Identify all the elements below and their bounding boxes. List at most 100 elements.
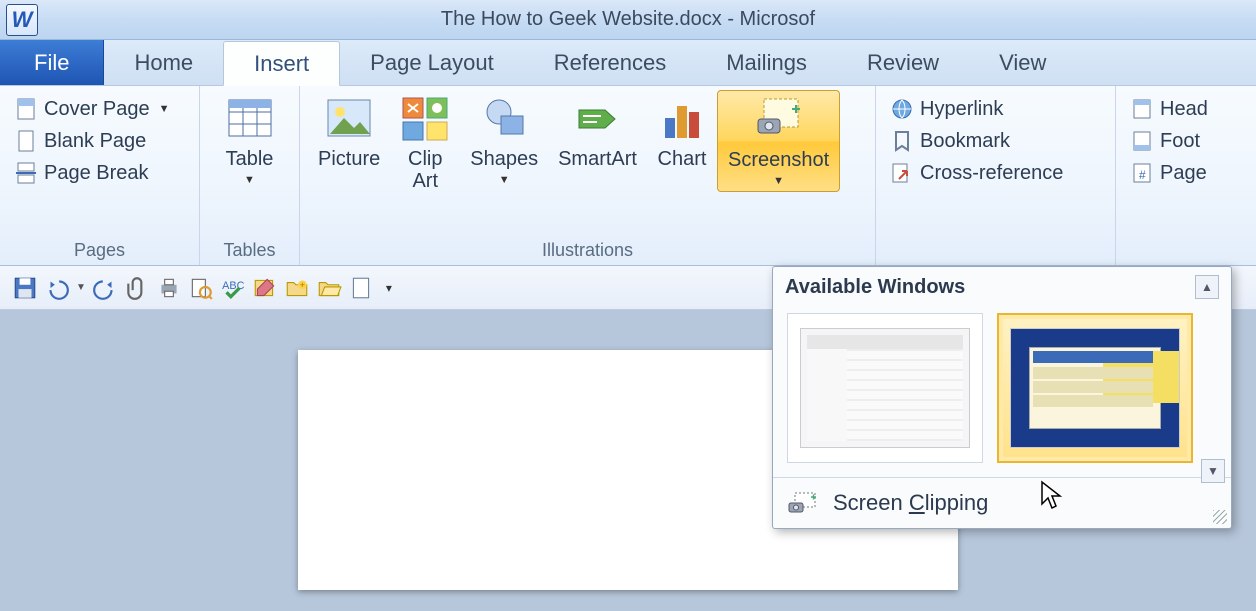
- picture-icon: [324, 94, 374, 144]
- screen-clipping-icon: [787, 491, 817, 515]
- word-app-icon: W: [6, 4, 38, 36]
- header-label: Head: [1160, 98, 1208, 121]
- screen-clipping-label: Screen Clipping: [833, 490, 988, 516]
- window-title: The How to Geek Website.docx - Microsof: [441, 8, 815, 31]
- group-illustrations-label: Illustrations: [308, 238, 867, 265]
- edit-icon[interactable]: [252, 275, 278, 301]
- attach-icon[interactable]: [124, 275, 150, 301]
- group-header-footer: Head Foot # Page: [1116, 86, 1246, 265]
- group-pages: Cover Page ▼ Blank Page Page Break Pages: [0, 86, 200, 265]
- blank-page-button[interactable]: Blank Page: [8, 126, 152, 156]
- svg-text:ABC: ABC: [222, 280, 244, 292]
- cross-reference-icon: [890, 161, 914, 185]
- shapes-button[interactable]: Shapes ▼: [460, 90, 548, 190]
- chart-button[interactable]: Chart: [647, 90, 717, 174]
- footer-icon: [1130, 129, 1154, 153]
- open-folder-icon[interactable]: [316, 275, 342, 301]
- print-preview-icon[interactable]: [188, 275, 214, 301]
- svg-text:#: #: [1139, 168, 1146, 182]
- blank-page-icon: [14, 129, 38, 153]
- clip-art-icon: [400, 94, 450, 144]
- tab-view[interactable]: View: [969, 40, 1076, 85]
- screenshot-button[interactable]: Screenshot ▼: [717, 90, 840, 192]
- print-icon[interactable]: [156, 275, 182, 301]
- chart-label: Chart: [658, 148, 707, 170]
- ribbon: Cover Page ▼ Blank Page Page Break Pages: [0, 86, 1256, 266]
- hyperlink-icon: [890, 97, 914, 121]
- shapes-icon: [479, 94, 529, 144]
- page-break-icon: [14, 161, 38, 185]
- tab-home[interactable]: Home: [104, 40, 223, 85]
- chevron-down-icon: ▼: [499, 174, 510, 186]
- group-tables: Table ▼ Tables: [200, 86, 300, 265]
- group-links-label: [884, 259, 1107, 265]
- chart-icon: [657, 94, 707, 144]
- save-icon[interactable]: [12, 275, 38, 301]
- bookmark-button[interactable]: Bookmark: [884, 126, 1016, 156]
- smartart-label: SmartArt: [558, 148, 637, 170]
- footer-button[interactable]: Foot: [1124, 126, 1206, 156]
- blank-page-label: Blank Page: [44, 130, 146, 153]
- cross-reference-button[interactable]: Cross-reference: [884, 158, 1069, 188]
- chevron-down-icon[interactable]: ▼: [76, 282, 86, 293]
- scroll-down-button[interactable]: ▼: [1201, 459, 1225, 483]
- cover-page-icon: [14, 97, 38, 121]
- redo-icon[interactable]: [92, 275, 118, 301]
- page-break-button[interactable]: Page Break: [8, 158, 155, 188]
- shapes-label: Shapes: [470, 148, 538, 170]
- smartart-icon: [573, 94, 623, 144]
- cover-page-label: Cover Page: [44, 98, 150, 121]
- header-button[interactable]: Head: [1124, 94, 1214, 124]
- title-bar: W The How to Geek Website.docx - Microso…: [0, 0, 1256, 40]
- thumbnail-preview: [1010, 328, 1180, 448]
- header-icon: [1130, 97, 1154, 121]
- table-icon: [225, 94, 275, 144]
- screenshot-dropdown: Available Windows ▲ ▼ Screen Clipping: [772, 266, 1232, 529]
- tab-insert[interactable]: Insert: [223, 41, 340, 86]
- screen-clipping-item[interactable]: Screen Clipping: [773, 477, 1231, 528]
- tab-mailings[interactable]: Mailings: [696, 40, 837, 85]
- chevron-down-icon: ▼: [159, 103, 170, 115]
- window-thumbnail-2[interactable]: [997, 313, 1193, 463]
- chevron-down-icon: ▼: [773, 175, 784, 187]
- bookmark-label: Bookmark: [920, 130, 1010, 153]
- clip-art-button[interactable]: ClipArt: [390, 90, 460, 196]
- tab-page-layout[interactable]: Page Layout: [340, 40, 524, 85]
- hyperlink-label: Hyperlink: [920, 98, 1003, 121]
- picture-button[interactable]: Picture: [308, 90, 390, 174]
- spellcheck-icon[interactable]: ABC: [220, 275, 246, 301]
- table-button[interactable]: Table ▼: [215, 90, 285, 190]
- page-number-button[interactable]: # Page: [1124, 158, 1213, 188]
- picture-label: Picture: [318, 148, 380, 170]
- smartart-button[interactable]: SmartArt: [548, 90, 647, 174]
- dropdown-title: Available Windows: [785, 276, 965, 299]
- group-pages-label: Pages: [8, 238, 191, 265]
- clip-art-label: ClipArt: [408, 148, 442, 192]
- resize-grip[interactable]: [1213, 510, 1227, 524]
- screenshot-label: Screenshot: [728, 149, 829, 171]
- qat-customize-icon[interactable]: ▾: [386, 281, 392, 295]
- tab-review[interactable]: Review: [837, 40, 969, 85]
- cross-reference-label: Cross-reference: [920, 162, 1063, 185]
- ribbon-tabs: File Home Insert Page Layout References …: [0, 40, 1256, 86]
- group-illustrations: Picture ClipArt Shapes ▼ SmartArt: [300, 86, 876, 265]
- hyperlink-button[interactable]: Hyperlink: [884, 94, 1009, 124]
- page-number-label: Page: [1160, 162, 1207, 185]
- undo-icon[interactable]: [44, 275, 70, 301]
- footer-label: Foot: [1160, 130, 1200, 153]
- tab-file[interactable]: File: [0, 40, 104, 85]
- new-folder-icon[interactable]: [284, 275, 310, 301]
- table-label: Table: [226, 148, 274, 170]
- cover-page-button[interactable]: Cover Page ▼: [8, 94, 176, 124]
- chevron-down-icon: ▼: [244, 174, 255, 186]
- window-thumbnail-1[interactable]: [787, 313, 983, 463]
- thumbnail-preview: [800, 328, 970, 448]
- page-break-label: Page Break: [44, 162, 149, 185]
- group-tables-label: Tables: [208, 238, 291, 265]
- scroll-up-button[interactable]: ▲: [1195, 275, 1219, 299]
- group-links: Hyperlink Bookmark Cross-reference: [876, 86, 1116, 265]
- screenshot-icon: [754, 95, 804, 145]
- bookmark-icon: [890, 129, 914, 153]
- new-doc-icon[interactable]: [348, 275, 374, 301]
- tab-references[interactable]: References: [524, 40, 697, 85]
